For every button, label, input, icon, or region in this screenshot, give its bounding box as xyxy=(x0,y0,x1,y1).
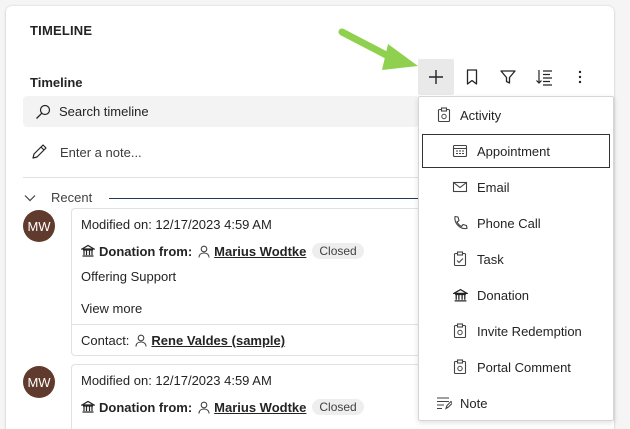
more-icon xyxy=(578,70,582,84)
note-placeholder: Enter a note... xyxy=(60,144,142,160)
timeline-toolbar xyxy=(418,59,598,95)
bank-icon xyxy=(81,244,95,257)
phone-icon xyxy=(452,215,468,231)
note-input[interactable]: Enter a note... xyxy=(30,143,142,161)
calendar-icon xyxy=(452,143,468,159)
post-divider xyxy=(72,324,420,325)
menu-item-portal-comment[interactable]: Portal Comment xyxy=(419,350,613,384)
post-title: Donation from: Marius Wodtke Closed xyxy=(81,243,364,259)
person-link[interactable]: Marius Wodtke xyxy=(214,400,306,415)
sort-icon xyxy=(536,70,552,86)
menu-item-activity[interactable]: Activity xyxy=(419,98,613,132)
search-placeholder: Search timeline xyxy=(59,104,149,119)
person-icon xyxy=(198,401,210,414)
search-input[interactable]: Search timeline xyxy=(23,96,419,127)
create-record-menu: Activity Appointment Email Phone Call Ta… xyxy=(418,96,614,421)
person-icon xyxy=(135,334,147,347)
menu-item-appointment[interactable]: Appointment xyxy=(422,134,610,168)
person-link[interactable]: Marius Wodtke xyxy=(214,244,306,259)
menu-item-email[interactable]: Email xyxy=(419,170,613,204)
timeline-post[interactable]: Modified on: 12/17/2023 4:59 AM Donation… xyxy=(71,208,420,356)
mail-icon xyxy=(452,179,468,195)
annotation-arrow-icon xyxy=(338,28,418,70)
activity-icon xyxy=(436,107,452,123)
recent-divider xyxy=(109,198,419,199)
chevron-down-icon xyxy=(24,194,36,201)
avatar[interactable]: MW xyxy=(23,366,55,398)
recent-toggle[interactable]: Recent xyxy=(23,190,92,205)
more-commands-button[interactable] xyxy=(562,59,598,95)
person-icon xyxy=(198,245,210,258)
donation-label: Donation from: xyxy=(99,399,193,415)
recent-label: Recent xyxy=(51,190,93,205)
sort-button[interactable] xyxy=(526,59,562,95)
timeline-post[interactable]: Modified on: 12/17/2023 4:59 AM Donation… xyxy=(71,364,419,429)
menu-item-donation[interactable]: Donation xyxy=(419,278,613,312)
bank-icon xyxy=(452,287,468,303)
bank-icon xyxy=(81,400,95,413)
filter-icon xyxy=(500,70,516,84)
status-badge: Closed xyxy=(312,243,364,259)
add-icon xyxy=(429,70,443,84)
menu-item-task[interactable]: Task xyxy=(419,242,613,276)
section-title: TIMELINE xyxy=(30,23,93,38)
timeline-label: Timeline xyxy=(30,75,83,90)
activity-icon xyxy=(452,359,468,375)
modified-on: Modified on: 12/17/2023 4:59 AM xyxy=(81,373,272,388)
menu-item-invite-redemption[interactable]: Invite Redemption xyxy=(419,314,613,348)
filter-button[interactable] xyxy=(490,59,526,95)
bookmark-button[interactable] xyxy=(454,59,490,95)
avatar[interactable]: MW xyxy=(23,210,55,242)
pencil-icon xyxy=(32,144,47,159)
bookmark-icon xyxy=(466,69,478,85)
view-more-link[interactable]: View more xyxy=(81,301,142,316)
contact-label: Contact: xyxy=(81,333,130,348)
task-icon xyxy=(452,251,468,267)
post-title: Donation from: Marius Wodtke Closed xyxy=(81,399,364,415)
divider xyxy=(23,177,419,178)
status-badge: Closed xyxy=(312,399,364,415)
modified-on: Modified on: 12/17/2023 4:59 AM xyxy=(81,217,272,232)
menu-item-phone-call[interactable]: Phone Call xyxy=(419,206,613,240)
donation-label: Donation from: xyxy=(99,243,193,259)
search-icon xyxy=(36,104,51,119)
description: Offering Support xyxy=(81,269,177,284)
menu-item-note[interactable]: Note xyxy=(419,386,613,420)
activity-icon xyxy=(452,323,468,339)
contact-link[interactable]: Rene Valdes (sample) xyxy=(151,333,285,348)
note-icon xyxy=(436,395,452,411)
contact-line: Contact: Rene Valdes (sample) xyxy=(81,333,285,348)
